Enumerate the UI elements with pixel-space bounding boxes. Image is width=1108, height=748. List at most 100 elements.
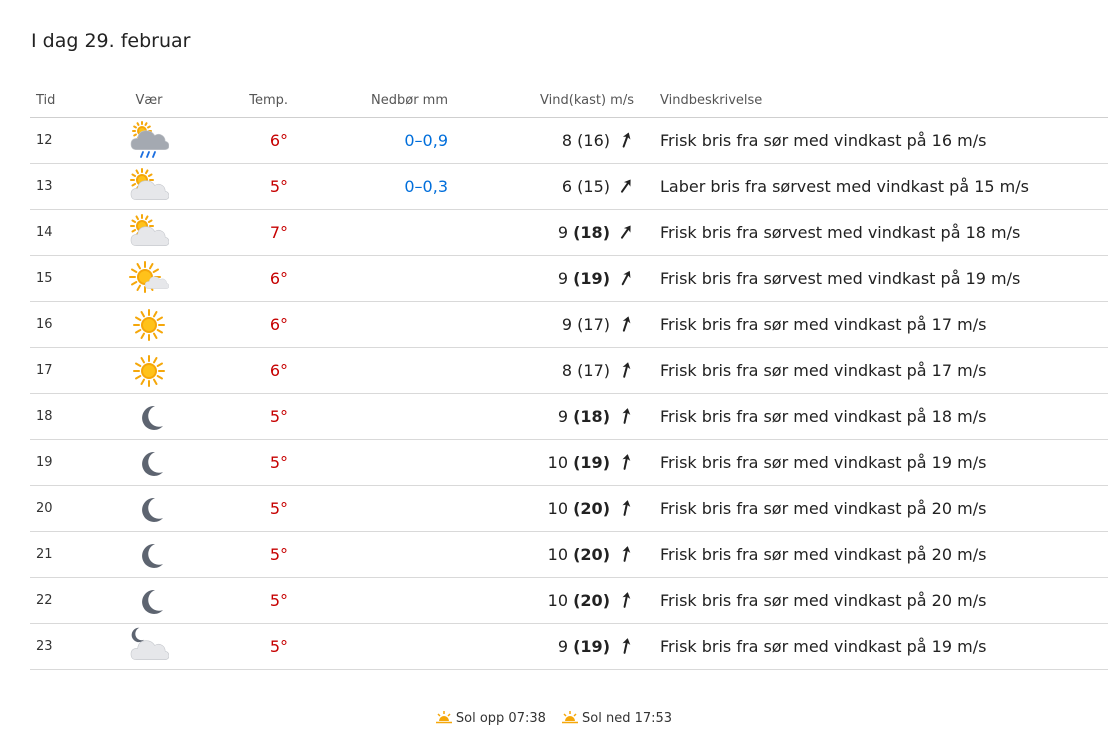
- time-cell: 17: [30, 347, 120, 394]
- wind-speed: 6: [561, 177, 573, 196]
- wind-description-cell: Frisk bris fra sør med vindkast på 17 m/…: [638, 301, 1108, 348]
- table-header-row: Tid Vær Temp. Nedbør mm Vind(kast) m/s V…: [30, 84, 1108, 118]
- sun-icon: [133, 354, 165, 387]
- rain-cloud-sun-icon: [130, 120, 169, 158]
- header-vindbeskrivelse: Vindbeskrivelse: [638, 84, 1108, 118]
- temperature-cell: 6°: [178, 301, 288, 348]
- wind-direction-arrow-icon: [622, 500, 631, 516]
- time-cell: 23: [30, 623, 120, 670]
- wind-direction-arrow-icon: [622, 362, 631, 378]
- wind-cell: 10 (19): [448, 439, 638, 486]
- wind-speed: 9: [557, 407, 569, 426]
- temperature-cell: 5°: [178, 393, 288, 440]
- wind-gust: (19): [573, 269, 610, 288]
- wind-speed: 9: [561, 315, 573, 334]
- table-row: 18 5° 9 (18) Frisk bris fra sør med vind…: [30, 393, 1108, 440]
- header-nedbor: Nedbør mm: [288, 84, 448, 118]
- weather-cell: [120, 439, 178, 486]
- table-row: 16 6° 9 (17) Frisk bris fra sør med vind…: [30, 301, 1108, 348]
- wind-gust: (18): [573, 407, 610, 426]
- sunset-icon: [562, 711, 579, 724]
- wind-direction-arrow-icon: [622, 132, 631, 148]
- precipitation-cell: [288, 347, 448, 394]
- temperature-cell: 6°: [178, 347, 288, 394]
- table-row: 13 5° 0–0,3 6 (15) Laber bris fra sørves…: [30, 163, 1108, 210]
- wind-speed: 9: [557, 223, 569, 242]
- wind-gust: (16): [577, 131, 610, 150]
- wind-cell: 10 (20): [448, 531, 638, 578]
- temperature-cell: 6°: [178, 255, 288, 302]
- wind-description-cell: Frisk bris fra sør med vindkast på 18 m/…: [638, 393, 1108, 440]
- page-title: I dag 29. februar: [31, 30, 191, 52]
- table-row: 23 5° 9 (19) Frisk bris fra sør med vind…: [30, 623, 1108, 670]
- weather-cell: [120, 485, 178, 532]
- time-cell: 21: [30, 531, 120, 578]
- weather-cell: [120, 577, 178, 624]
- table-row: 19 5° 10 (19) Frisk bris fra sør med vin…: [30, 439, 1108, 486]
- temperature-cell: 5°: [178, 531, 288, 578]
- table-row: 12 6° 0–0,9 8 (16) Frisk bris fra sør me…: [30, 117, 1108, 164]
- time-cell: 20: [30, 485, 120, 532]
- sunrise-icon: [435, 711, 452, 724]
- wind-description-cell: Frisk bris fra sør med vindkast på 20 m/…: [638, 577, 1108, 624]
- wind-direction-arrow-icon: [620, 179, 631, 193]
- wind-description-cell: Frisk bris fra sør med vindkast på 16 m/…: [638, 117, 1108, 164]
- wind-speed: 8: [561, 131, 573, 150]
- weather-cell: [120, 117, 178, 164]
- sun-times: Sol opp 07:38 Sol ned 17:53: [0, 710, 1108, 726]
- wind-direction-arrow-icon: [622, 638, 631, 654]
- precipitation-cell: [288, 301, 448, 348]
- wind-direction-arrow-icon: [622, 408, 631, 424]
- wind-cell: 6 (15): [448, 163, 638, 210]
- wind-description-cell: Frisk bris fra sør med vindkast på 19 m/…: [638, 439, 1108, 486]
- wind-gust: (18): [573, 223, 610, 242]
- temperature-cell: 5°: [178, 623, 288, 670]
- precipitation-cell: [288, 577, 448, 624]
- wind-direction-arrow-icon: [621, 270, 631, 286]
- precipitation-cell: [288, 209, 448, 256]
- wind-speed: 9: [557, 269, 569, 288]
- wind-gust: (17): [577, 315, 610, 334]
- wind-description-cell: Laber bris fra sørvest med vindkast på 1…: [638, 163, 1108, 210]
- wind-direction-arrow-icon: [620, 225, 631, 239]
- sunset: Sol ned 17:53: [562, 711, 672, 726]
- wind-speed: 10: [547, 545, 569, 564]
- wind-gust: (19): [573, 453, 610, 472]
- wind-gust: (20): [573, 591, 610, 610]
- wind-cell: 9 (18): [448, 209, 638, 256]
- weather-cell: [120, 301, 178, 348]
- time-cell: 15: [30, 255, 120, 302]
- time-cell: 22: [30, 577, 120, 624]
- time-cell: 16: [30, 301, 120, 348]
- precipitation-cell: 0–0,9: [288, 117, 448, 164]
- wind-description-cell: Frisk bris fra sør med vindkast på 20 m/…: [638, 485, 1108, 532]
- weather-cell: [120, 163, 178, 210]
- precipitation-cell: 0–0,3: [288, 163, 448, 210]
- table-row: 21 5° 10 (20) Frisk bris fra sør med vin…: [30, 531, 1108, 578]
- weather-cell: [120, 393, 178, 440]
- weather-cell: [120, 347, 178, 394]
- table-row: 17 6° 8 (17) Frisk bris fra sør med vind…: [30, 347, 1108, 394]
- precipitation-cell: [288, 531, 448, 578]
- weather-cell: [120, 255, 178, 302]
- wind-description-cell: Frisk bris fra sørvest med vindkast på 1…: [638, 209, 1108, 256]
- wind-speed: 8: [561, 361, 573, 380]
- temperature-cell: 6°: [178, 117, 288, 164]
- header-temp: Temp.: [178, 84, 288, 118]
- header-var: Vær: [120, 84, 178, 118]
- time-cell: 19: [30, 439, 120, 486]
- wind-speed: 10: [547, 499, 569, 518]
- temperature-cell: 5°: [178, 485, 288, 532]
- table-row: 20 5° 10 (20) Frisk bris fra sør med vin…: [30, 485, 1108, 532]
- wind-description-cell: Frisk bris fra sørvest med vindkast på 1…: [638, 255, 1108, 302]
- table-row: 22 5° 10 (20) Frisk bris fra sør med vin…: [30, 577, 1108, 624]
- header-tid: Tid: [30, 84, 120, 118]
- precipitation-cell: [288, 623, 448, 670]
- table-row: 14 7° 9 (18) Frisk bris fra sørvest med …: [30, 209, 1108, 256]
- wind-cell: 9 (17): [448, 301, 638, 348]
- sunset-label: Sol ned 17:53: [582, 711, 673, 726]
- moon-icon: [142, 497, 163, 522]
- wind-gust: (17): [577, 361, 610, 380]
- table-row: 15 6° 9 (19) Frisk bris fra sørvest med …: [30, 255, 1108, 302]
- header-vind: Vind(kast) m/s: [448, 84, 638, 118]
